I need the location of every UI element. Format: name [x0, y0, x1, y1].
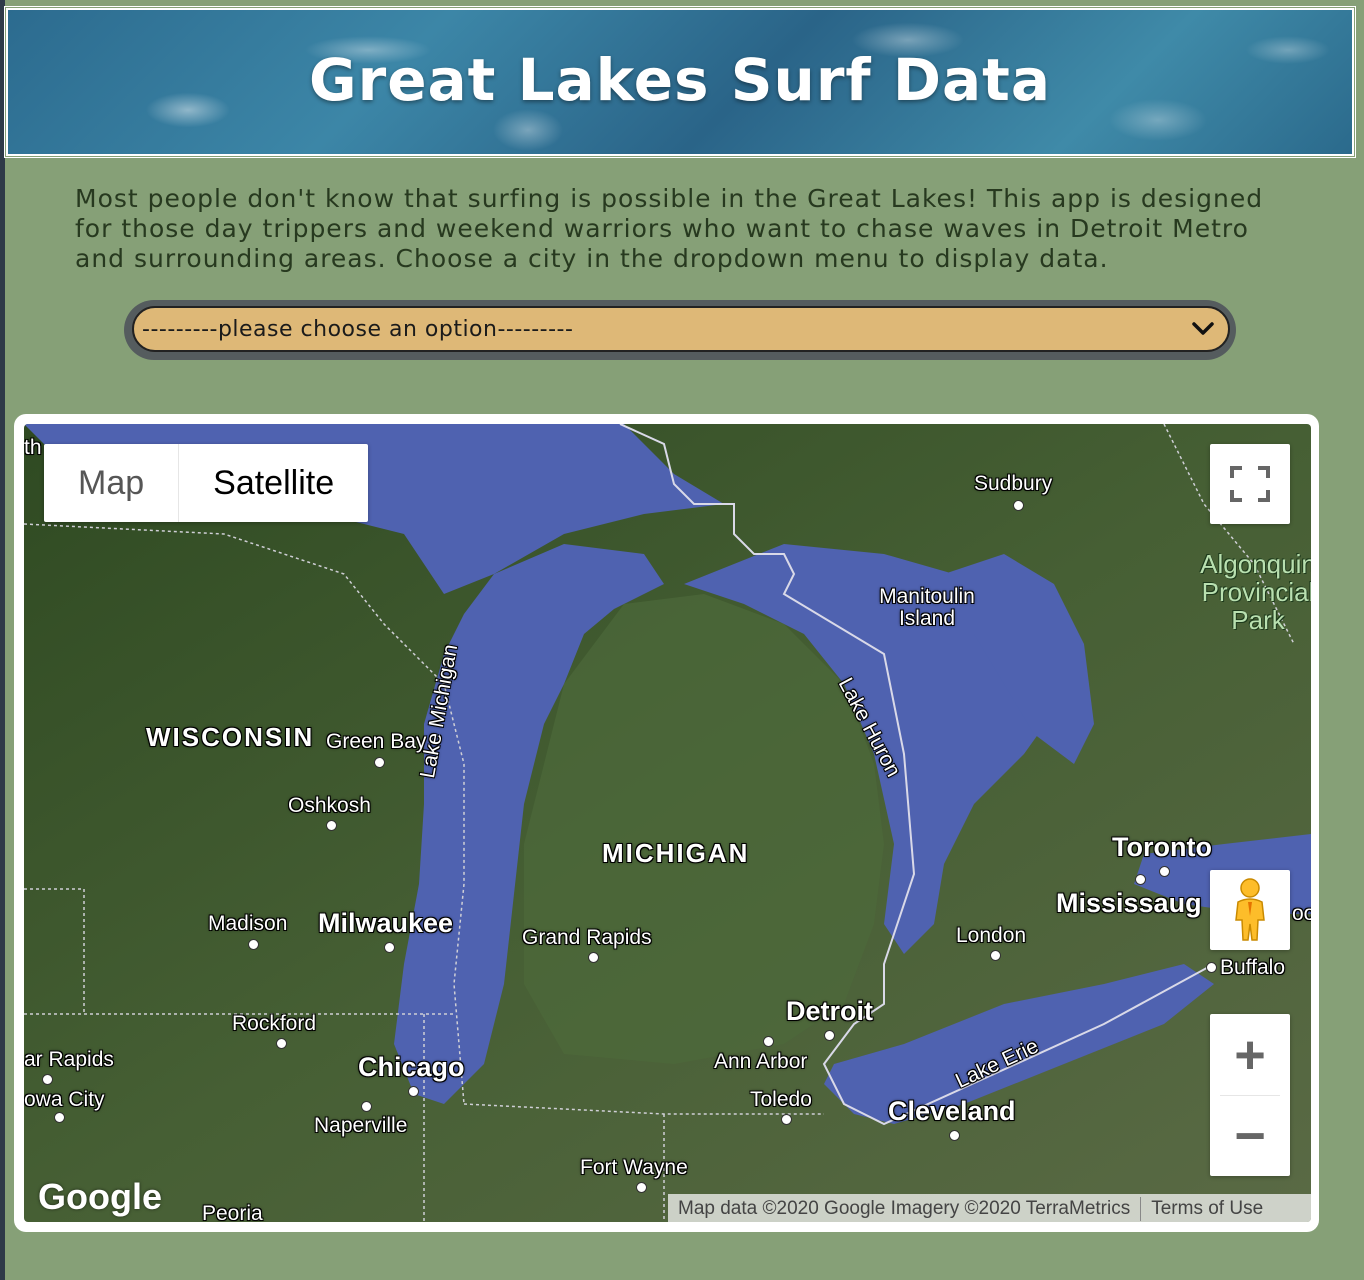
- map-label-cedar-rapids: ar Rapids: [24, 1048, 114, 1071]
- map-marker-milwaukee: [384, 942, 395, 953]
- map-label-milwaukee: Milwaukee: [318, 908, 454, 938]
- intro-paragraph: Most people don't know that surfing is p…: [75, 184, 1264, 273]
- header-banner: Great Lakes Surf Data: [6, 8, 1354, 156]
- map-label-buffalo: Buffalo: [1220, 956, 1285, 979]
- map-marker-madison: [248, 939, 259, 950]
- map-marker-cleveland: [949, 1130, 960, 1141]
- map-label-rockford: Rockford: [232, 1012, 317, 1035]
- map-marker-london: [990, 950, 1001, 961]
- map-marker-grand-rapids: [588, 952, 599, 963]
- map-label-cleveland: Cleveland: [888, 1096, 1016, 1126]
- map-label-detroit: Detroit: [786, 996, 873, 1026]
- google-logo[interactable]: Google: [38, 1176, 162, 1218]
- map-marker-cedar-rapids: [42, 1074, 53, 1085]
- map-label-naperville: Naperville: [314, 1114, 408, 1137]
- map-label-chicago: Chicago: [358, 1052, 465, 1082]
- map-label-algonquin: Algonquin Provincial Park: [1200, 549, 1311, 635]
- street-view-button[interactable]: [1210, 870, 1290, 950]
- map-attribution: Map data ©2020 Google Imagery ©2020 Terr…: [668, 1194, 1311, 1222]
- map-label-madison: Madison: [208, 912, 288, 935]
- map-label-edge-oo: oo: [1292, 902, 1311, 925]
- city-select-value: ---------please choose an option--------…: [142, 316, 574, 342]
- map-marker-naperville: [361, 1101, 372, 1112]
- zoom-out-button[interactable]: −: [1210, 1096, 1290, 1176]
- zoom-in-button[interactable]: +: [1210, 1015, 1290, 1095]
- city-select[interactable]: ---------please choose an option--------…: [132, 306, 1230, 352]
- map-label-fort-wayne: Fort Wayne: [580, 1156, 688, 1179]
- map-marker-iowa-city: [54, 1112, 65, 1123]
- map-label-oshkosh: Oshkosh: [288, 794, 371, 817]
- map-label-sudbury: Sudbury: [974, 472, 1053, 495]
- map-type-map-button[interactable]: Map: [44, 444, 178, 522]
- fullscreen-icon: [1230, 466, 1270, 502]
- map-label-mississauga: Mississaug: [1056, 888, 1202, 918]
- map-marker-chicago: [408, 1086, 419, 1097]
- map-canvas[interactable]: th Sudbury Manitoulin Island Algonquin P…: [24, 424, 1311, 1222]
- map-marker-fort-wayne: [636, 1182, 647, 1193]
- window-edge: [0, 0, 5, 1280]
- satellite-imagery: [24, 424, 1311, 1222]
- terms-of-use-link[interactable]: Terms of Use: [1141, 1198, 1273, 1220]
- map-marker-buffalo: [1206, 962, 1217, 973]
- map-label-toledo: Toledo: [750, 1088, 812, 1111]
- map-label-toronto: Toronto: [1112, 832, 1212, 862]
- fullscreen-button[interactable]: [1210, 444, 1290, 524]
- map-marker-oshkosh: [326, 820, 337, 831]
- chevron-down-icon: [1192, 317, 1214, 341]
- map-label-grand-rapids: Grand Rapids: [522, 926, 652, 949]
- map-type-control: Map Satellite: [44, 444, 369, 522]
- map-marker-sudbury: [1013, 500, 1024, 511]
- map-marker-mississauga: [1135, 874, 1146, 885]
- map-frame: th Sudbury Manitoulin Island Algonquin P…: [14, 414, 1319, 1232]
- pegman-icon: [1235, 878, 1265, 941]
- zoom-control: + −: [1210, 1014, 1290, 1176]
- map-label-wisconsin: WISCONSIN: [146, 722, 315, 752]
- attribution-text: Map data ©2020 Google Imagery ©2020 Terr…: [678, 1198, 1131, 1219]
- map-marker-toledo: [781, 1114, 792, 1125]
- map-label-michigan: MICHIGAN: [602, 838, 750, 868]
- map-marker-rockford: [276, 1038, 287, 1049]
- map-label-green-bay: Green Bay: [326, 730, 427, 753]
- map-marker-green-bay: [374, 757, 385, 768]
- city-select-wrapper: ---------please choose an option--------…: [124, 300, 1236, 360]
- map-marker-ann-arbor: [763, 1036, 774, 1047]
- map-label-london: London: [956, 924, 1027, 947]
- map-label-manitoulin: Manitoulin Island: [879, 585, 975, 630]
- map-label-ann-arbor: Ann Arbor: [714, 1050, 808, 1073]
- map-marker-detroit: [824, 1030, 835, 1041]
- map-label-iowa-city: owa City: [24, 1088, 105, 1111]
- map-label-edge-th: th: [24, 436, 42, 459]
- map-type-satellite-button[interactable]: Satellite: [178, 444, 368, 522]
- map-marker-toronto: [1159, 866, 1170, 877]
- map-label-peoria: Peoria: [202, 1202, 263, 1222]
- page-title: Great Lakes Surf Data: [308, 46, 1051, 114]
